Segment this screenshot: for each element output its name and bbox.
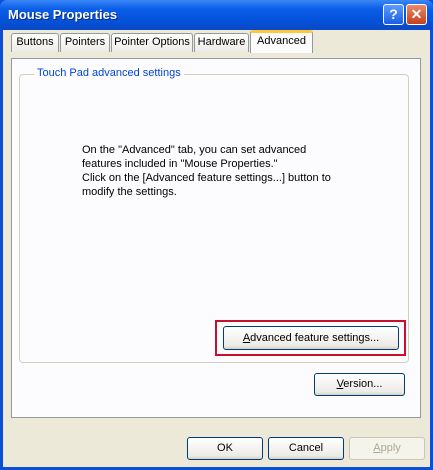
tab-label: Pointer Options [114, 36, 190, 48]
button-label: OK [217, 442, 233, 454]
tab-buttons[interactable]: Buttons [11, 33, 59, 52]
button-label: dvanced feature settings... [250, 332, 380, 344]
tab-hardware[interactable]: Hardware [194, 33, 249, 52]
title-bar[interactable]: Mouse Properties ? ✕ [0, 0, 433, 30]
button-label: pply [380, 442, 401, 454]
close-icon: ✕ [410, 6, 423, 22]
tab-label: Buttons [16, 36, 54, 48]
tab-label: Pointers [64, 36, 106, 48]
button-label: Cancel [288, 442, 324, 454]
button-label: ersion... [343, 378, 383, 390]
dialog-client-area: Buttons Pointers Pointer Options Hardwar… [3, 30, 430, 467]
ok-button[interactable]: OK [187, 437, 263, 460]
help-button[interactable]: ? [383, 4, 404, 25]
tab-advanced[interactable]: Advanced [250, 30, 313, 53]
instruction-line: On the "Advanced" tab, you can set advan… [82, 144, 307, 156]
advanced-feature-settings-button[interactable]: Advanced feature settings... [223, 326, 399, 350]
mnemonic: A [373, 442, 381, 454]
tab-label: Hardware [197, 36, 246, 48]
window-title: Mouse Properties [8, 7, 118, 22]
cancel-button[interactable]: Cancel [268, 437, 344, 460]
tab-label: Advanced [257, 35, 306, 47]
close-button[interactable]: ✕ [406, 4, 427, 25]
version-button[interactable]: Version... [314, 373, 405, 396]
mouse-properties-window: Mouse Properties ? ✕ Buttons Pointers Po… [0, 0, 433, 470]
group-label: Touch Pad advanced settings [34, 67, 184, 79]
instruction-line: Click on the [Advanced feature settings.… [82, 172, 331, 184]
help-icon: ? [389, 6, 398, 22]
tab-pointer-options[interactable]: Pointer Options [111, 33, 193, 52]
apply-button[interactable]: Apply [349, 437, 425, 460]
tab-pointers[interactable]: Pointers [60, 33, 110, 52]
instruction-line: modify the settings. [82, 186, 177, 198]
instruction-line: features included in "Mouse Properties." [82, 158, 278, 170]
instruction-text: On the "Advanced" tab, you can set advan… [82, 143, 362, 199]
